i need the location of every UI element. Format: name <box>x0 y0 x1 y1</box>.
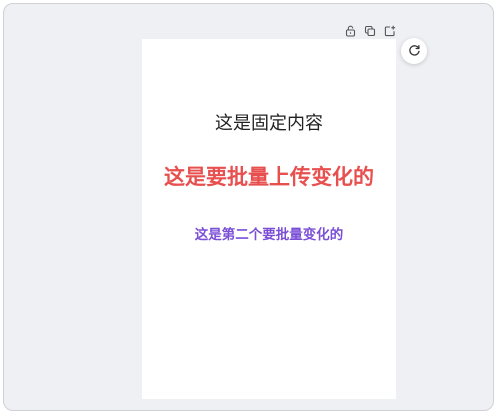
batch-text-primary[interactable]: 这是要批量上传变化的 <box>142 161 396 191</box>
copy-icon[interactable] <box>363 24 377 38</box>
lock-icon[interactable] <box>343 24 357 38</box>
refresh-icon <box>408 42 421 61</box>
fixed-text[interactable]: 这是固定内容 <box>142 109 396 135</box>
add-page-icon[interactable] <box>383 24 397 38</box>
refresh-button[interactable] <box>401 38 427 64</box>
editor-canvas: 这是固定内容 这是要批量上传变化的 这是第二个要批量变化的 <box>3 3 494 411</box>
batch-text-secondary[interactable]: 这是第二个要批量变化的 <box>142 223 396 243</box>
poster-page[interactable]: 这是固定内容 这是要批量上传变化的 这是第二个要批量变化的 <box>142 39 396 399</box>
